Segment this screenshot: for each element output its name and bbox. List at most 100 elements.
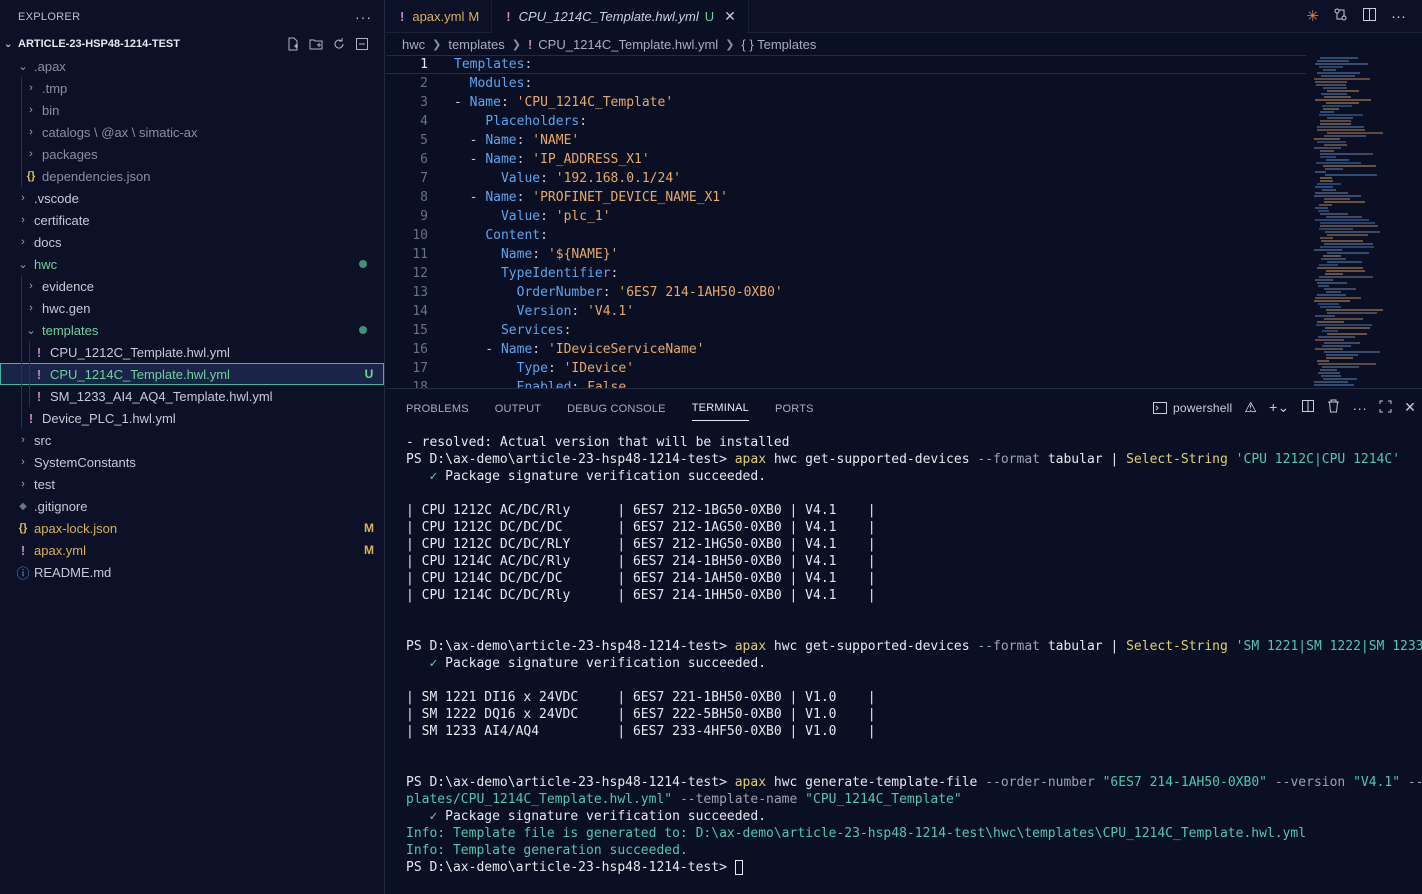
breadcrumb-item[interactable]: { } Templates: [741, 37, 816, 52]
tree-item[interactable]: › catalogs \ @ax \ simatic-ax: [0, 121, 384, 143]
tree-item[interactable]: › docs: [0, 231, 384, 253]
chevron-down-icon: ⌄: [26, 324, 36, 337]
new-terminal-icon[interactable]: +⌄: [1269, 399, 1289, 416]
tree-item[interactable]: › SystemConstants: [0, 451, 384, 473]
more-actions-icon[interactable]: ···: [1352, 400, 1367, 416]
minimap-line: [1325, 231, 1380, 233]
tree-item[interactable]: ⓘ README.md: [0, 561, 384, 583]
terminal-text: PS D:\ax-demo\article-23-hsp48-1214-test…: [406, 860, 735, 875]
code-text: Name: '${NAME}': [500, 247, 619, 262]
terminal-shell-selector[interactable]: powershell: [1153, 401, 1232, 415]
terminal-line: ✓ Package signature verification succeed…: [406, 655, 1422, 672]
code-text: Version: 'V4.1': [516, 304, 635, 319]
compare-changes-icon[interactable]: [1333, 7, 1348, 26]
maximize-panel-icon[interactable]: [1379, 400, 1392, 416]
close-icon[interactable]: ✕: [1404, 399, 1416, 416]
json-file-icon: {}: [18, 522, 28, 534]
tree-item-label: hwc.gen: [42, 300, 91, 316]
code-line: 15 Services:: [386, 321, 1306, 340]
tree-item[interactable]: ⌄ templates: [0, 319, 384, 341]
tree-item[interactable]: ⌄ .apax: [0, 55, 384, 77]
yaml-value: '6ES7 214-1AH50-0XB0': [618, 285, 783, 300]
tree-item[interactable]: › hwc.gen: [0, 297, 384, 319]
tree-item-label: test: [34, 476, 55, 492]
tree-item[interactable]: ! CPU_1214C_Template.hwl.yml U: [0, 363, 384, 385]
tree-item[interactable]: ! apax.yml M: [0, 539, 384, 561]
yaml-value: 'IP_ADDRESS_X1': [532, 152, 650, 167]
tree-item[interactable]: ◆ .gitignore: [0, 495, 384, 517]
tree-item[interactable]: › .tmp: [0, 77, 384, 99]
new-file-icon[interactable]: [285, 36, 301, 52]
tree-item[interactable]: › bin: [0, 99, 384, 121]
split-editor-icon[interactable]: [1362, 7, 1377, 26]
minimap-line: [1315, 219, 1369, 221]
split-terminal-icon[interactable]: [1301, 399, 1315, 416]
more-actions-icon[interactable]: ···: [355, 9, 372, 25]
yaml-key: Services: [500, 323, 564, 338]
yaml-key: Content: [485, 228, 541, 243]
minimap-line: [1322, 105, 1352, 107]
tree-item[interactable]: {} apax-lock.json M: [0, 517, 384, 539]
yaml-file-icon: !: [527, 36, 533, 52]
git-status-dot: [359, 260, 367, 268]
minimap-line: [1324, 318, 1363, 320]
minimap-line: [1315, 186, 1333, 188]
project-root[interactable]: ⌄ ARTICLE-23-HSP48-1214-TEST: [0, 33, 384, 55]
collapse-all-icon[interactable]: [354, 36, 370, 52]
minimap[interactable]: [1310, 55, 1422, 388]
tab-terminal[interactable]: TERMINAL: [691, 394, 749, 421]
minimap-line: [1320, 237, 1333, 239]
trash-icon[interactable]: [1327, 399, 1340, 416]
minimap-line: [1317, 267, 1363, 269]
tab-debug-console[interactable]: DEBUG CONSOLE: [567, 395, 666, 421]
refresh-icon[interactable]: [331, 36, 347, 52]
tree-item-label: .gitignore: [34, 498, 88, 514]
new-folder-icon[interactable]: [308, 36, 324, 52]
line-number: 5: [420, 133, 428, 148]
tree-item[interactable]: › evidence: [0, 275, 384, 297]
code-editor[interactable]: 1 Templates: 2 Modules: 3 - Name: 'CPU_1214C…: [386, 55, 1306, 388]
code-line: 1 Templates:: [386, 55, 1306, 74]
tree-item-label: packages: [42, 146, 98, 162]
tree-item[interactable]: › packages: [0, 143, 384, 165]
tab-problems[interactable]: PROBLEMS: [406, 395, 469, 421]
code-text: Value: 'plc_1': [500, 209, 611, 224]
copilot-spark-icon[interactable]: ✳: [1306, 7, 1319, 25]
terminal-line: Info: Template file is generated to: D:\…: [406, 825, 1422, 842]
tree-item[interactable]: ! Device_PLC_1.hwl.yml: [0, 407, 384, 429]
tree-item-label: apax.yml: [34, 542, 87, 558]
terminal-text: "6ES7 214-1AH50-0XB0": [1102, 775, 1267, 790]
yaml-key: Value: [500, 209, 541, 224]
indent-guide: [21, 143, 22, 165]
tree-item[interactable]: ⌄ hwc: [0, 253, 384, 275]
tree-item[interactable]: ! CPU_1212C_Template.hwl.yml: [0, 341, 384, 363]
tree-item[interactable]: › certificate: [0, 209, 384, 231]
chevron-down-icon: ⌄: [18, 60, 28, 73]
terminal-line: PS D:\ax-demo\article-23-hsp48-1214-test…: [406, 859, 1422, 876]
line-number: 14: [412, 304, 428, 319]
indent-guide: [21, 275, 22, 297]
breadcrumb-item[interactable]: templates: [448, 37, 504, 52]
tab-output[interactable]: OUTPUT: [495, 395, 541, 421]
close-icon[interactable]: ✕: [724, 8, 736, 25]
terminal-output[interactable]: - resolved: Actual version that will be …: [406, 434, 1422, 894]
tree-item[interactable]: › src: [0, 429, 384, 451]
tree-item[interactable]: {} dependencies.json: [0, 165, 384, 187]
tree-item[interactable]: ! SM_1233_AI4_AQ4_Template.hwl.yml: [0, 385, 384, 407]
tab-ports[interactable]: PORTS: [775, 395, 814, 421]
tab-label: apax.yml: [412, 9, 465, 24]
minimap-line: [1314, 384, 1354, 386]
breadcrumb-item[interactable]: CPU_1214C_Template.hwl.yml: [538, 37, 718, 52]
tab-cpu-1214c-template[interactable]: ! CPU_1214C_Template.hwl.yml U ✕: [492, 0, 749, 33]
breadcrumb-item[interactable]: hwc: [402, 37, 425, 52]
git-status-dot: [359, 326, 367, 334]
tree-item-label: catalogs \ @ax \ simatic-ax: [42, 124, 198, 140]
tree-item[interactable]: › .vscode: [0, 187, 384, 209]
warning-icon[interactable]: ⚠: [1244, 399, 1257, 416]
tree-item[interactable]: › test: [0, 473, 384, 495]
tab-apax-yml[interactable]: ! apax.yml M: [386, 0, 493, 33]
terminal-text: | CPU 1212C AC/DC/Rly | 6ES7 212-1BG50-0…: [406, 503, 876, 518]
minimap-line: [1326, 159, 1349, 161]
more-actions-icon[interactable]: ···: [1391, 8, 1406, 25]
